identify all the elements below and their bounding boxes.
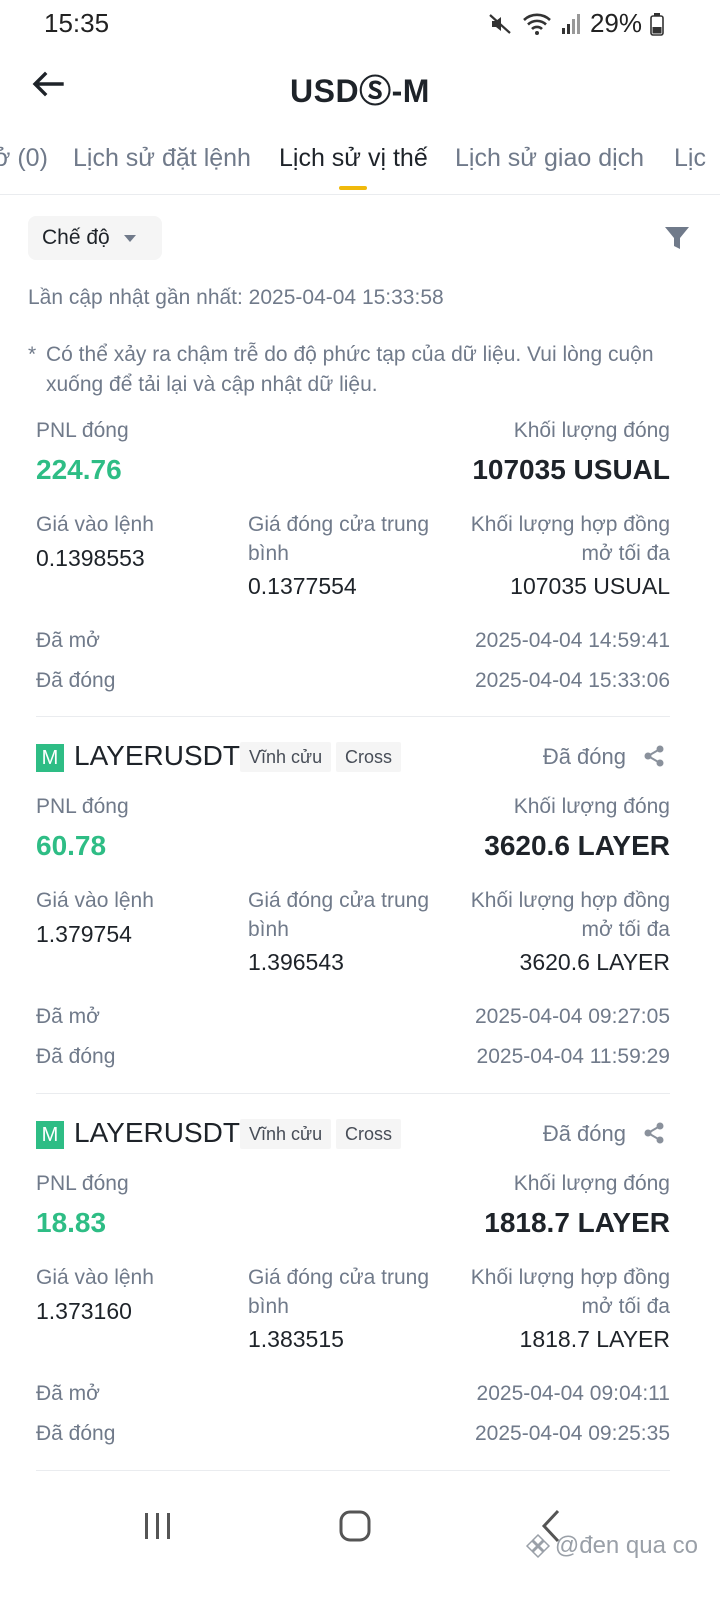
filter-row: Chế độ: [28, 216, 692, 260]
entry-price-label: Giá vào lệnh: [36, 513, 154, 536]
recent-apps-icon[interactable]: [136, 1504, 180, 1548]
opened-time: 2025-04-04 09:04:11: [476, 1382, 670, 1405]
caret-down-icon: [123, 234, 136, 242]
filter-icon[interactable]: [662, 224, 692, 254]
tag-margin-mode: Cross: [336, 1119, 402, 1149]
tab-position-history[interactable]: Lịch sử vị thế: [279, 144, 428, 173]
symbol[interactable]: LAYERUSDT: [74, 1117, 240, 1149]
closed-time: 2025-04-04 11:59:29: [476, 1045, 670, 1068]
pnl-label: PNL đóng: [36, 419, 129, 442]
tag-margin-mode: Cross: [336, 742, 402, 772]
signal-icon: [561, 13, 580, 34]
pnl-value: 224.76: [36, 454, 122, 485]
mode-dropdown-label: Chế độ: [42, 226, 110, 249]
card-header: M LAYERUSDT Vĩnh cửu Cross Đã đóng: [36, 740, 670, 776]
divider: [36, 716, 670, 717]
avg-close-price-value: 0.1377554: [248, 573, 357, 599]
delay-note: * Có thể xảy ra chậm trễ do độ phức tạp …: [28, 340, 668, 400]
pnl-label: PNL đóng: [36, 1172, 129, 1195]
margin-badge: M: [36, 744, 64, 772]
wifi-icon: [523, 13, 551, 35]
mute-icon: [489, 13, 511, 34]
max-open-value: 1818.7 LAYER: [519, 1326, 670, 1352]
opened-label: Đã mở: [36, 1382, 100, 1405]
card-header: M LAYERUSDT Vĩnh cửu Cross Đã đóng: [36, 1117, 670, 1153]
max-open-value: 3620.6 LAYER: [519, 949, 670, 975]
watermark-text: @đen qua co: [554, 1532, 698, 1559]
max-open-label: Khối lượng hợp đồng mở tối đa: [470, 1266, 670, 1318]
closed-label: Đã đóng: [36, 1422, 116, 1445]
status-badge: Đã đóng: [542, 744, 626, 769]
share-icon[interactable]: [642, 744, 666, 768]
avg-close-price-label: Giá đóng cửa trung bình: [248, 1266, 430, 1318]
closed-volume-label: Khối lượng đóng: [513, 795, 670, 818]
note-asterisk: *: [28, 343, 37, 366]
page-title: USDⓈ-M: [290, 73, 430, 109]
active-tab-indicator: [339, 186, 367, 190]
margin-badge: M: [36, 1121, 64, 1149]
share-icon[interactable]: [642, 1121, 666, 1145]
closed-volume-value: 107035 USUAL: [472, 454, 670, 485]
entry-price-label: Giá vào lệnh: [36, 1266, 154, 1289]
closed-volume-value: 1818.7 LAYER: [484, 1207, 670, 1238]
tag-perpetual: Vĩnh cửu: [240, 742, 332, 772]
battery-percent: 29%: [589, 8, 642, 38]
divider: [36, 1470, 670, 1471]
tab-order-history[interactable]: Lịch sử đặt lệnh: [73, 144, 251, 173]
note-text: Có thể xảy ra chậm trễ do độ phức tạp củ…: [46, 343, 654, 396]
position-card: M LAYERUSDT Vĩnh cửu Cross Đã đóng PNL đ…: [36, 740, 670, 1072]
position-card: M LAYERUSDT Vĩnh cửu Cross Đã đóng PNL đ…: [36, 1117, 670, 1449]
entry-price-value: 0.1398553: [36, 545, 145, 571]
divider: [36, 1093, 670, 1094]
max-open-label: Khối lượng hợp đồng mở tối đa: [470, 889, 670, 941]
mode-dropdown[interactable]: Chế độ: [28, 216, 162, 260]
status-time: 15:35: [44, 8, 110, 38]
opened-label: Đã mở: [36, 629, 100, 652]
home-icon[interactable]: [333, 1504, 377, 1548]
position-card: PNL đóng Khối lượng đóng 224.76 107035 U…: [36, 416, 670, 696]
opened-time: 2025-04-04 14:59:41: [475, 629, 670, 652]
entry-price-value: 1.373160: [36, 1298, 132, 1324]
max-open-value: 107035 USUAL: [510, 573, 670, 599]
last-updated-text: Lần cập nhật gần nhất: 2025-04-04 15:33:…: [28, 286, 444, 309]
closed-label: Đã đóng: [36, 669, 116, 692]
avg-close-price-value: 1.383515: [248, 1326, 344, 1352]
opened-label: Đã mở: [36, 1005, 100, 1028]
header: USDⓈ-M: [0, 56, 720, 116]
opened-time: 2025-04-04 09:27:05: [475, 1005, 670, 1028]
avg-close-price-label: Giá đóng cửa trung bình: [248, 513, 430, 565]
tab-bar: ở (0) Lịch sử đặt lệnh Lịch sử vị thế Lị…: [0, 136, 720, 195]
pnl-label: PNL đóng: [36, 795, 129, 818]
status-icons: 29%: [488, 8, 664, 39]
entry-price-label: Giá vào lệnh: [36, 889, 154, 912]
tab-open-orders[interactable]: ở (0): [0, 144, 48, 173]
battery-icon: [650, 12, 664, 36]
tab-trade-history[interactable]: Lịch sử giao dịch: [455, 144, 644, 173]
pnl-value: 60.78: [36, 830, 107, 861]
closed-time: 2025-04-04 09:25:35: [475, 1422, 670, 1445]
tab-more[interactable]: Lịc: [674, 144, 706, 173]
symbol[interactable]: LAYERUSDT: [74, 740, 240, 772]
closed-volume-label: Khối lượng đóng: [513, 419, 670, 442]
max-open-label: Khối lượng hợp đồng mở tối đa: [470, 513, 670, 565]
status-badge: Đã đóng: [542, 1121, 626, 1146]
closed-volume-label: Khối lượng đóng: [513, 1172, 670, 1195]
tag-perpetual: Vĩnh cửu: [240, 1119, 332, 1149]
closed-volume-value: 3620.6 LAYER: [484, 830, 670, 861]
pnl-value: 18.83: [36, 1207, 107, 1238]
status-bar: 15:35 29%: [0, 0, 720, 46]
closed-label: Đã đóng: [36, 1045, 116, 1068]
avg-close-price-label: Giá đóng cửa trung bình: [248, 889, 430, 941]
avg-close-price-value: 1.396543: [248, 949, 344, 975]
closed-time: 2025-04-04 15:33:06: [475, 669, 670, 692]
watermark: @đen qua co: [525, 1532, 698, 1560]
watermark-logo-icon: [525, 1533, 550, 1559]
entry-price-value: 1.379754: [36, 921, 132, 947]
